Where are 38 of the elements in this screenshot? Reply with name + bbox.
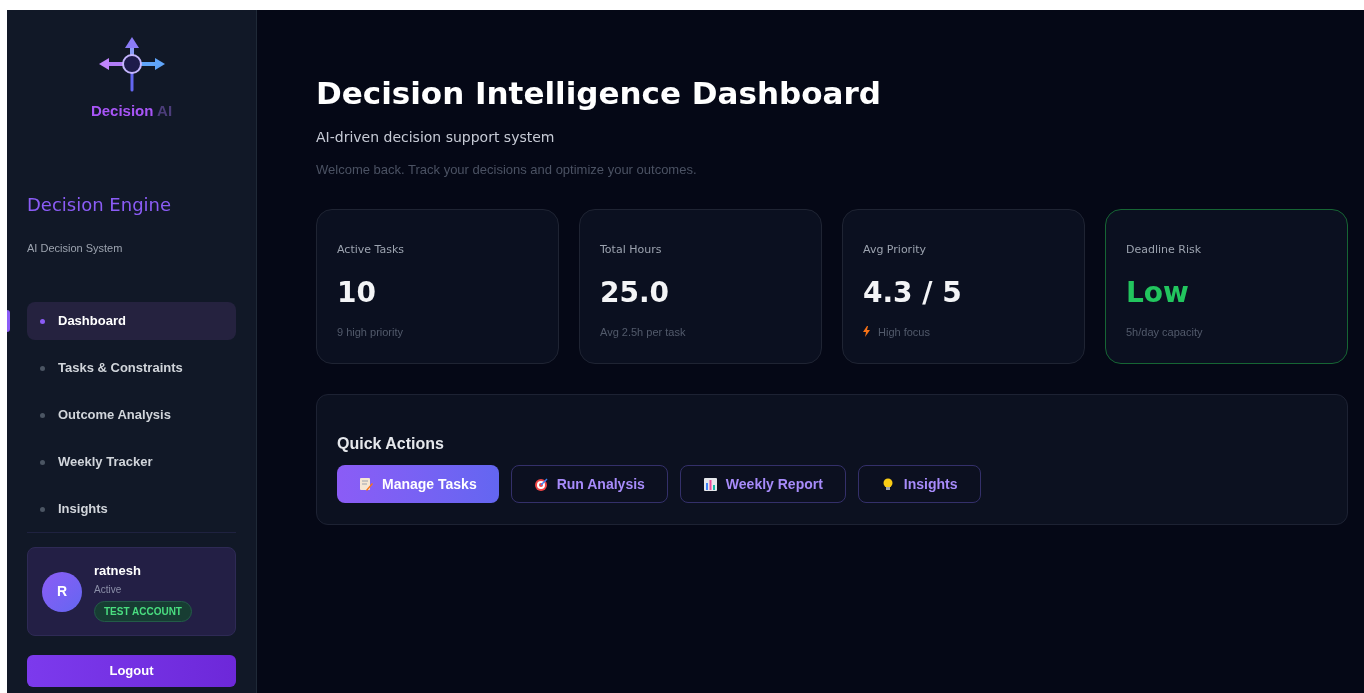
- stat-value: 4.3 / 5: [863, 274, 963, 311]
- action-button[interactable]: Manage Tasks: [337, 465, 499, 503]
- user-name: ratnesh: [94, 561, 142, 580]
- account-badge: TEST ACCOUNT: [94, 601, 192, 623]
- welcome-text: Welcome back. Track your decisions and optimize your outcomes.: [316, 160, 698, 179]
- active-indicator: [7, 310, 10, 332]
- lightning-icon: [863, 326, 870, 338]
- nav-item[interactable]: Outcome Analysis: [27, 396, 236, 434]
- stat-value: Low: [1126, 274, 1190, 311]
- stat-note: 5h/day capacity: [1126, 324, 1203, 340]
- avatar: R: [42, 571, 82, 612]
- logout-button[interactable]: Logout: [27, 655, 236, 687]
- stat-note: High focus: [878, 324, 930, 340]
- bar-chart-icon: [702, 476, 718, 492]
- nav-item[interactable]: Dashboard: [27, 302, 236, 340]
- action-button[interactable]: Run Analysis: [510, 465, 668, 503]
- user-status: Active: [94, 583, 123, 598]
- stat-value: 10: [337, 274, 377, 311]
- stat-value: 25.0: [600, 274, 671, 311]
- memo-icon: [359, 476, 374, 492]
- stat-label: Deadline Risk: [1126, 242, 1203, 258]
- sidebar-subtitle: AI Decision System: [27, 240, 124, 256]
- stat-label: Avg Priority: [863, 242, 928, 258]
- nav-item[interactable]: Tasks & Constraints: [27, 349, 236, 387]
- nav-item[interactable]: Weekly Tracker: [27, 443, 236, 481]
- stat-label: Active Tasks: [337, 242, 405, 258]
- stat-note: Avg 2.5h per task: [600, 324, 686, 340]
- page-subtitle: AI-driven decision support system: [316, 127, 556, 147]
- logo-text: Decision AI: [90, 101, 173, 121]
- nav-item[interactable]: Insights: [27, 490, 236, 528]
- stat-note: 9 high priority: [337, 324, 404, 340]
- action-button[interactable]: Weekly Report: [679, 465, 846, 503]
- section-title: Quick Actions: [337, 434, 445, 454]
- action-button[interactable]: Insights: [857, 465, 981, 503]
- stat-label: Total Hours: [600, 242, 663, 258]
- sidebar-title: Decision Engine: [27, 192, 173, 217]
- page-title: Decision Intelligence Dashboard: [316, 74, 882, 113]
- target-icon: [533, 476, 549, 492]
